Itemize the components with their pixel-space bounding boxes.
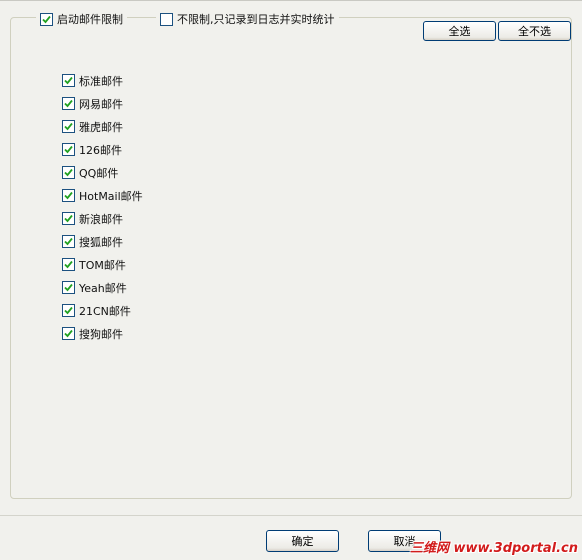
provider-item[interactable]: TOM邮件: [62, 253, 143, 276]
footer-separator: [0, 515, 582, 516]
provider-item[interactable]: HotMail邮件: [62, 184, 143, 207]
provider-label: QQ邮件: [79, 166, 119, 180]
select-all-button[interactable]: 全选: [423, 21, 496, 41]
provider-item[interactable]: 搜狐邮件: [62, 230, 143, 253]
provider-label: 标准邮件: [79, 74, 123, 88]
checkmark-icon: [42, 15, 51, 23]
provider-label: Yeah邮件: [79, 281, 127, 295]
no-limit-option[interactable]: 不限制,只记录到日志并实时统计: [156, 10, 339, 28]
checkmark-icon: [64, 260, 73, 269]
checkmark-icon: [64, 214, 73, 223]
ok-button[interactable]: 确定: [266, 530, 339, 552]
provider-label: 搜狐邮件: [79, 235, 123, 249]
checkmark-icon: [64, 168, 73, 177]
checkmark-icon: [64, 122, 73, 131]
enable-limit-label: 启动邮件限制: [57, 13, 123, 26]
checkmark-icon: [64, 306, 73, 315]
select-none-button[interactable]: 全不选: [498, 21, 571, 41]
provider-checkbox[interactable]: [62, 143, 75, 156]
checkmark-icon: [64, 76, 73, 85]
provider-item[interactable]: 搜狗邮件: [62, 322, 143, 345]
provider-label: 搜狗邮件: [79, 327, 123, 341]
provider-checkbox[interactable]: [62, 281, 75, 294]
checkmark-icon: [64, 145, 73, 154]
provider-item[interactable]: QQ邮件: [62, 161, 143, 184]
checkmark-icon: [64, 283, 73, 292]
checkmark-icon: [64, 237, 73, 246]
provider-label: 新浪邮件: [79, 212, 123, 226]
provider-checkbox[interactable]: [62, 189, 75, 202]
provider-item[interactable]: 新浪邮件: [62, 207, 143, 230]
provider-checkbox[interactable]: [62, 212, 75, 225]
provider-item[interactable]: Yeah邮件: [62, 276, 143, 299]
mail-provider-list: 标准邮件网易邮件雅虎邮件 126邮件 QQ邮件 HotMail邮件 新浪邮件搜狐邮件 TO…: [62, 69, 143, 345]
provider-item[interactable]: 126邮件: [62, 138, 143, 161]
no-limit-checkbox[interactable]: [160, 12, 173, 26]
provider-checkbox[interactable]: [62, 120, 75, 133]
enable-limit-checkbox[interactable]: [40, 12, 53, 26]
provider-checkbox[interactable]: [62, 235, 75, 248]
provider-item[interactable]: 21CN邮件: [62, 299, 143, 322]
enable-limit-option[interactable]: 启动邮件限制: [36, 10, 127, 28]
provider-checkbox[interactable]: [62, 74, 75, 87]
provider-checkbox[interactable]: [62, 166, 75, 179]
checkmark-icon: [64, 329, 73, 338]
provider-label: TOM邮件: [79, 258, 126, 272]
window-top-border: [0, 0, 582, 1]
provider-label: HotMail邮件: [79, 189, 143, 203]
provider-checkbox[interactable]: [62, 258, 75, 271]
provider-checkbox[interactable]: [62, 97, 75, 110]
provider-label: 126邮件: [79, 143, 122, 157]
provider-checkbox[interactable]: [62, 304, 75, 317]
watermark: 三维网 www.3dportal.cn: [409, 541, 578, 556]
checkmark-icon: [64, 191, 73, 200]
provider-label: 雅虎邮件: [79, 120, 123, 134]
no-limit-label: 不限制,只记录到日志并实时统计: [177, 13, 335, 26]
checkmark-icon: [64, 99, 73, 108]
provider-item[interactable]: 标准邮件: [62, 69, 143, 92]
provider-checkbox[interactable]: [62, 327, 75, 340]
provider-item[interactable]: 雅虎邮件: [62, 115, 143, 138]
provider-label: 网易邮件: [79, 97, 123, 111]
provider-item[interactable]: 网易邮件: [62, 92, 143, 115]
provider-label: 21CN邮件: [79, 304, 131, 318]
